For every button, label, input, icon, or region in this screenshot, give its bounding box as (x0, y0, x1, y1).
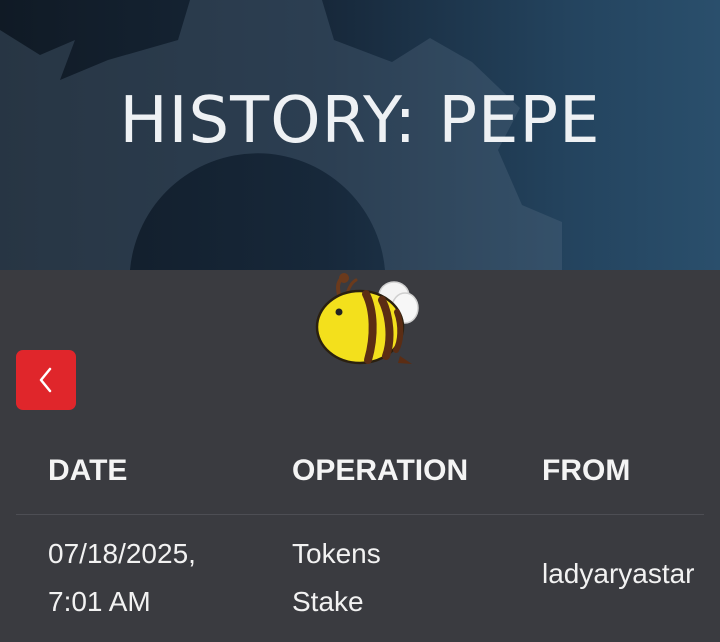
column-header-operation: OPERATION (292, 454, 469, 487)
date-cell-line1: 07/18/2025, (48, 538, 196, 569)
chevron-left-icon (39, 367, 52, 393)
operation-cell-line1: Tokens (292, 538, 381, 569)
from-cell-text[interactable]: ladyaryastar (542, 550, 695, 598)
page-header-banner: HISTORY: PEPE (0, 0, 720, 270)
bee-icon (315, 273, 419, 365)
column-header-from: FROM (542, 454, 631, 487)
date-cell-line2: 7:01 AM (48, 586, 151, 617)
from-cell: ladyaryastar (542, 550, 704, 598)
operation-cell-line2: Stake (292, 586, 364, 617)
header-divider (16, 514, 704, 515)
page-title: HISTORY: PEPE (119, 84, 601, 158)
column-header-date: DATE (48, 454, 128, 487)
back-button[interactable] (16, 350, 76, 410)
